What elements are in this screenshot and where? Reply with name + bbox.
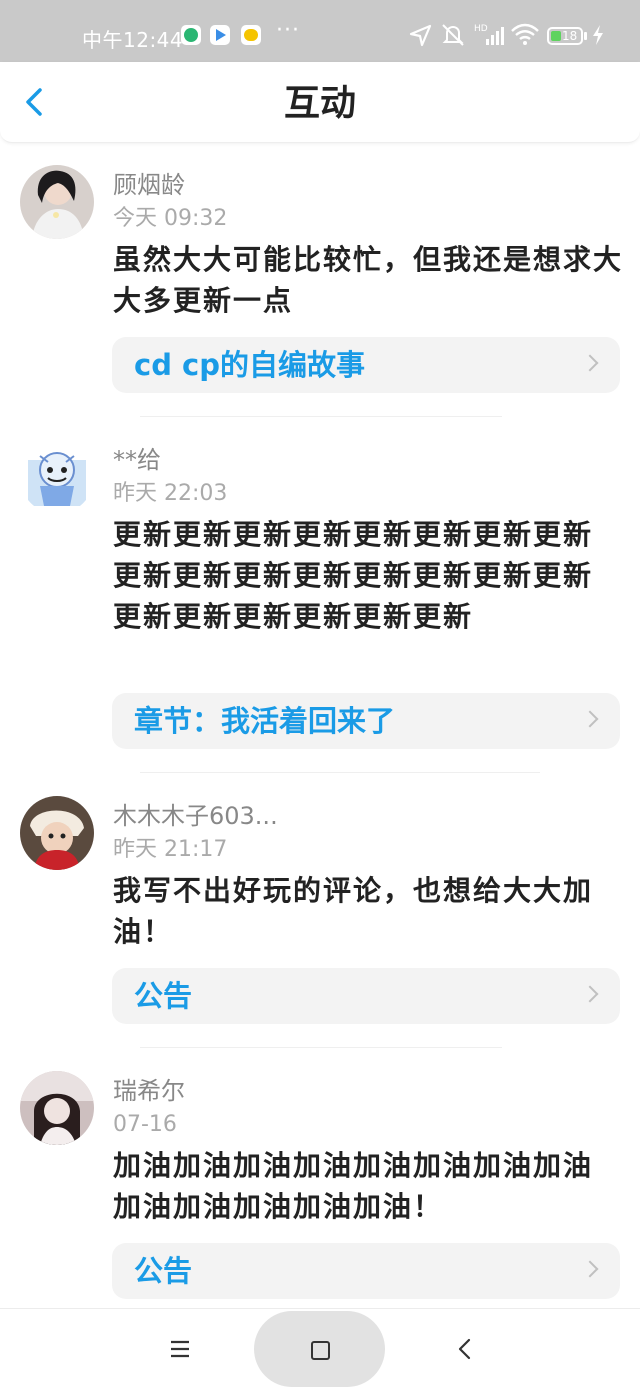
avatar[interactable]	[20, 1071, 94, 1145]
back-icon[interactable]	[446, 1331, 486, 1367]
comment-timestamp: 昨天 22:03	[113, 481, 228, 506]
chapter-link-title: cd cp的自编故事	[134, 348, 365, 382]
signal-icon: HD	[474, 24, 504, 45]
divider	[140, 772, 540, 773]
mute-icon	[442, 24, 464, 46]
more-notifications-icon: ···	[276, 18, 300, 43]
battery-icon: 18	[547, 27, 583, 45]
wifi-icon	[511, 23, 539, 45]
comment-username[interactable]: 木木木子603...	[113, 801, 278, 831]
menu-icon[interactable]	[160, 1331, 200, 1367]
page-title: 互动	[283, 83, 356, 124]
status-time: 中午12:44	[82, 28, 184, 52]
chevron-right-icon	[581, 1260, 599, 1278]
location-icon	[409, 24, 432, 47]
divider	[140, 1047, 502, 1048]
comment-text: 加油加油加油加油加油加油加油加油加油加油加油加油加油！	[113, 1149, 594, 1223]
nav-header: 互动	[0, 62, 640, 143]
comment-text: 更新更新更新更新更新更新更新更新更新更新更新更新更新更新更新更新更新更新更新更新…	[113, 518, 594, 633]
avatar[interactable]	[20, 796, 94, 870]
comment-text: 虽然大大可能比较忙，但我还是想求大大多更新一点	[113, 243, 624, 317]
avatar[interactable]	[20, 440, 94, 514]
status-bar: 中午12:44 ··· HD 18	[0, 0, 640, 62]
app-notification-icon	[181, 25, 201, 45]
divider	[140, 416, 502, 417]
chat-app-icon	[241, 25, 261, 45]
chapter-link-title: 公告	[134, 979, 193, 1013]
home-button[interactable]	[254, 1311, 385, 1387]
comment-text: 我写不出好玩的评论，也想给大大加油！	[113, 874, 594, 948]
play-store-icon	[210, 25, 230, 45]
svg-text:HD: HD	[474, 24, 488, 34]
comment-username[interactable]: 顾烟龄	[113, 170, 185, 200]
chapter-link-title: 公告	[134, 1254, 193, 1288]
home-icon	[311, 1341, 330, 1360]
system-navigation-bar	[0, 1308, 640, 1388]
chapter-link-card[interactable]: cd cp的自编故事	[112, 337, 620, 393]
chevron-right-icon	[581, 985, 599, 1003]
charging-icon	[593, 25, 603, 45]
chapter-link-card[interactable]: 章节：我活着回来了	[112, 693, 620, 749]
avatar[interactable]	[20, 165, 94, 239]
chevron-right-icon	[581, 710, 599, 728]
chapter-link-card[interactable]: 公告	[112, 1243, 620, 1299]
comment-username[interactable]: **给	[113, 445, 161, 475]
battery-level: 18	[562, 29, 578, 43]
chapter-link-card[interactable]: 公告	[112, 968, 620, 1024]
comment-timestamp: 今天 09:32	[113, 206, 228, 231]
chevron-right-icon	[581, 354, 599, 372]
comment-timestamp: 昨天 21:17	[113, 837, 228, 862]
comment-timestamp: 07-16	[113, 1112, 177, 1137]
comment-username[interactable]: 瑞希尔	[113, 1076, 185, 1106]
chapter-link-title: 章节：我活着回来了	[134, 704, 396, 738]
